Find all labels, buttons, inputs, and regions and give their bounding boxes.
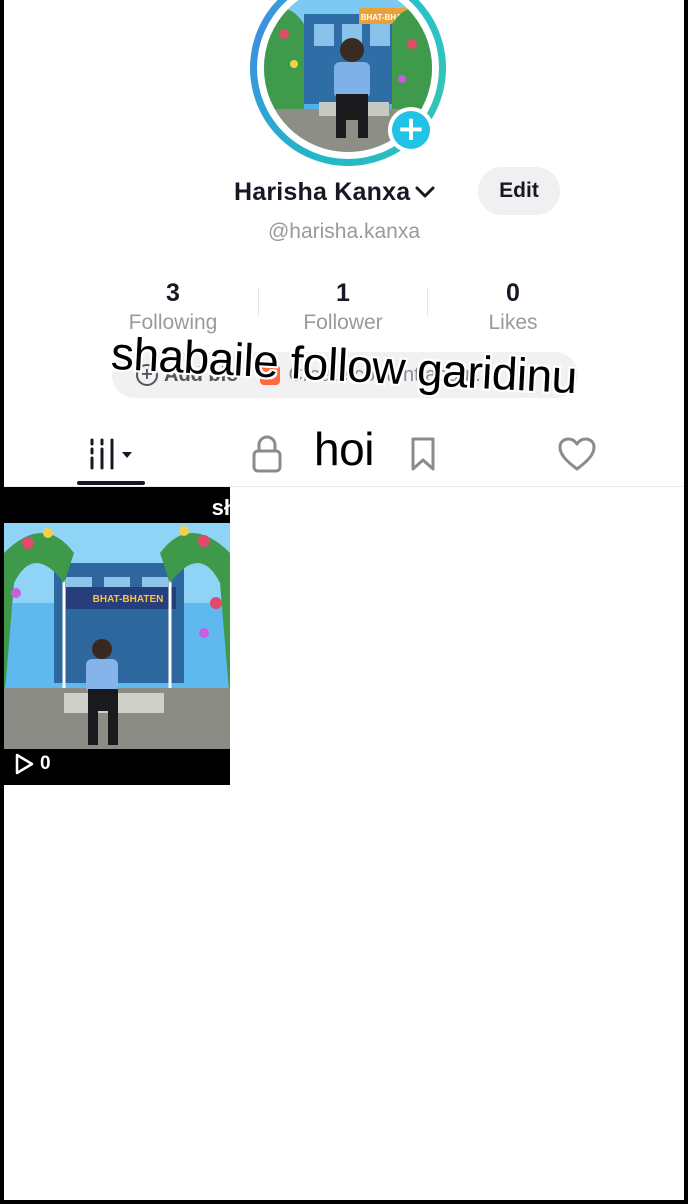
bookmark-icon: [411, 437, 435, 471]
add-avatar-button[interactable]: +: [388, 107, 434, 153]
stat-likes[interactable]: 0 Likes: [428, 278, 598, 338]
content-tabs: [4, 424, 684, 487]
stats-row: 3 Following 1 Follower 0 Likes: [88, 278, 600, 338]
avatar[interactable]: BHAT-BHATEN +: [250, 0, 446, 166]
tab-favorites[interactable]: [378, 424, 468, 484]
active-tab-indicator: [77, 481, 145, 485]
tab-liked[interactable]: [532, 424, 622, 484]
stat-divider: [258, 288, 259, 316]
svg-text:BHAT-BHATEN: BHAT-BHATEN: [93, 594, 164, 605]
add-bio-label: Add bio: [164, 363, 239, 386]
stat-following[interactable]: 3 Following: [88, 278, 258, 338]
tab-videos[interactable]: [66, 424, 156, 484]
plus-icon: +: [392, 111, 430, 149]
stat-following-label: Following: [128, 311, 218, 334]
play-icon: [15, 753, 34, 775]
suggestion-icon: [260, 365, 281, 385]
grid-icon: [90, 438, 132, 470]
heart-icon: [558, 437, 596, 471]
video-overlay-text: sł: [211, 495, 230, 520]
display-name: Harisha Kanxa: [234, 177, 411, 206]
video-thumbnail[interactable]: sł BHAT-BHATEN 0: [4, 487, 230, 785]
tab-private[interactable]: [222, 424, 312, 484]
add-bio-button[interactable]: + Add bio: [136, 364, 238, 387]
stat-followers[interactable]: 1 Follower: [258, 278, 428, 338]
view-count-value: 0: [40, 753, 51, 774]
stat-likes-count: 0: [506, 279, 520, 307]
bio-prompt[interactable]: + Add bio Create content about...: [112, 352, 578, 398]
chevron-down-icon[interactable]: [412, 179, 438, 205]
stat-following-count: 3: [166, 279, 180, 307]
profile-screen: BHAT-BHATEN + Harisha Kanxa Edit @harish…: [4, 0, 684, 1200]
stat-likes-label: Likes: [488, 311, 538, 334]
video-thumbnail-image: BHAT-BHATEN: [4, 523, 230, 749]
stat-followers-label: Follower: [303, 311, 383, 334]
name-row: Harisha Kanxa: [234, 172, 438, 212]
stat-followers-count: 1: [336, 279, 350, 307]
plus-circle-icon: +: [136, 364, 158, 386]
username: @harisha.kanxa: [267, 220, 421, 243]
view-count: 0: [14, 753, 51, 775]
bio-suggestion-text: Create content about...: [288, 363, 492, 386]
edit-profile-button[interactable]: Edit: [478, 167, 560, 215]
lock-icon: [252, 435, 282, 473]
